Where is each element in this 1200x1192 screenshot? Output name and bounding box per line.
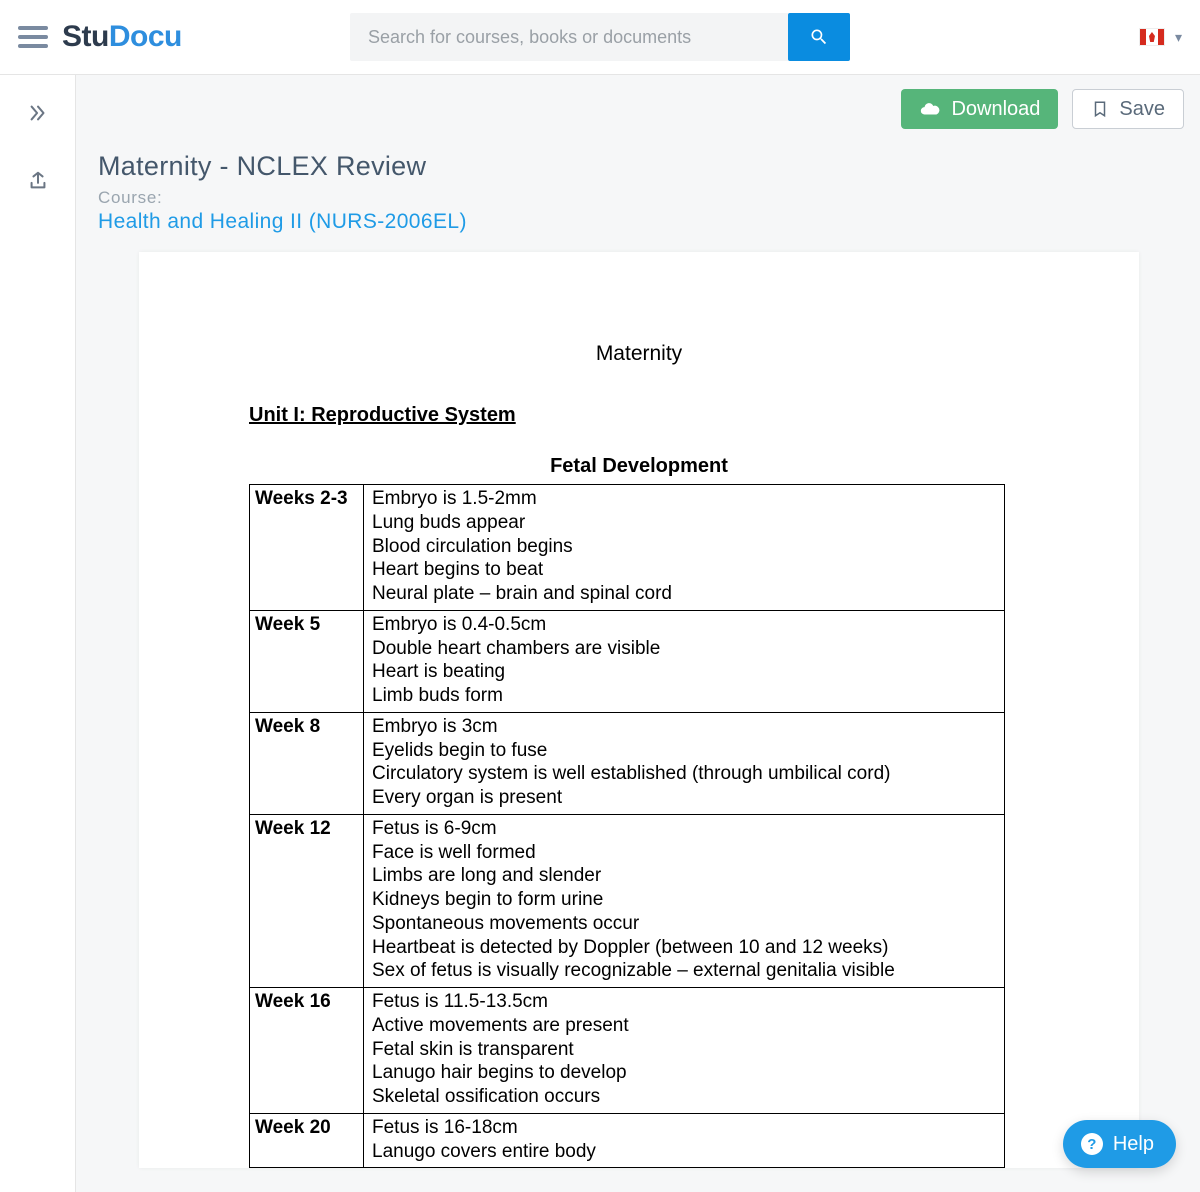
- search-input[interactable]: [350, 13, 788, 61]
- logo-part-docu: Docu: [109, 20, 182, 53]
- document-title: Maternity - NCLEX Review: [98, 151, 1184, 182]
- main-area: Download Save Maternity - NCLEX Review C…: [76, 75, 1200, 1192]
- chevron-down-icon: ▾: [1175, 29, 1182, 46]
- paper-title: Maternity: [249, 342, 1029, 366]
- table-row: Week 20Fetus is 16-18cmLanugo covers ent…: [250, 1113, 1005, 1168]
- left-sidebar: [0, 75, 76, 1192]
- content-cell: Embryo is 0.4-0.5cmDouble heart chambers…: [364, 610, 1005, 712]
- help-icon: ?: [1081, 1133, 1103, 1155]
- week-cell: Weeks 2-3: [250, 485, 364, 611]
- week-cell: Week 16: [250, 988, 364, 1114]
- bookmark-icon: [1091, 98, 1109, 120]
- document-page: Maternity Unit I: Reproductive System Fe…: [139, 252, 1139, 1168]
- expand-sidebar-button[interactable]: [24, 99, 52, 127]
- search-bar: [350, 13, 850, 61]
- save-button[interactable]: Save: [1072, 89, 1184, 129]
- content-cell: Fetus is 16-18cmLanugo covers entire bod…: [364, 1113, 1005, 1168]
- document-header: Maternity - NCLEX Review Course: Health …: [94, 151, 1184, 252]
- search-icon: [809, 27, 829, 47]
- week-cell: Week 5: [250, 610, 364, 712]
- week-cell: Week 12: [250, 814, 364, 987]
- download-button[interactable]: Download: [901, 89, 1058, 129]
- week-cell: Week 20: [250, 1113, 364, 1168]
- share-icon: [27, 170, 49, 192]
- chevron-double-right-icon: [27, 102, 49, 124]
- content-cell: Fetus is 6-9cmFace is well formedLimbs a…: [364, 814, 1005, 987]
- search-button[interactable]: [788, 13, 850, 61]
- top-bar: StuDocu ▾: [0, 0, 1200, 75]
- unit-heading: Unit I: Reproductive System: [249, 404, 1029, 427]
- logo-part-stu: Stu: [62, 20, 109, 53]
- week-cell: Week 8: [250, 712, 364, 814]
- help-button[interactable]: ? Help: [1063, 1120, 1176, 1168]
- fetal-development-table: Weeks 2-3Embryo is 1.5-2mmLung buds appe…: [249, 484, 1005, 1168]
- action-row: Download Save: [94, 89, 1184, 129]
- content-cell: Embryo is 1.5-2mmLung buds appearBlood c…: [364, 485, 1005, 611]
- table-row: Weeks 2-3Embryo is 1.5-2mmLung buds appe…: [250, 485, 1005, 611]
- locale-selector[interactable]: ▾: [1139, 28, 1182, 46]
- menu-icon[interactable]: [18, 26, 48, 48]
- site-logo[interactable]: StuDocu: [62, 20, 182, 54]
- content-cell: Embryo is 3cmEyelids begin to fuseCircul…: [364, 712, 1005, 814]
- download-label: Download: [951, 98, 1040, 121]
- table-row: Week 12Fetus is 6-9cmFace is well formed…: [250, 814, 1005, 987]
- course-label: Course:: [98, 188, 1184, 208]
- save-label: Save: [1119, 98, 1165, 121]
- share-button[interactable]: [24, 167, 52, 195]
- table-row: Week 5Embryo is 0.4-0.5cmDouble heart ch…: [250, 610, 1005, 712]
- content-cell: Fetus is 11.5-13.5cmActive movements are…: [364, 988, 1005, 1114]
- cloud-download-icon: [919, 98, 941, 120]
- flag-canada-icon: [1139, 28, 1165, 46]
- course-link[interactable]: Health and Healing II (NURS-2006EL): [98, 210, 1184, 234]
- table-row: Week 8Embryo is 3cmEyelids begin to fuse…: [250, 712, 1005, 814]
- table-row: Week 16Fetus is 11.5-13.5cmActive moveme…: [250, 988, 1005, 1114]
- help-label: Help: [1113, 1133, 1154, 1156]
- section-heading: Fetal Development: [249, 455, 1029, 478]
